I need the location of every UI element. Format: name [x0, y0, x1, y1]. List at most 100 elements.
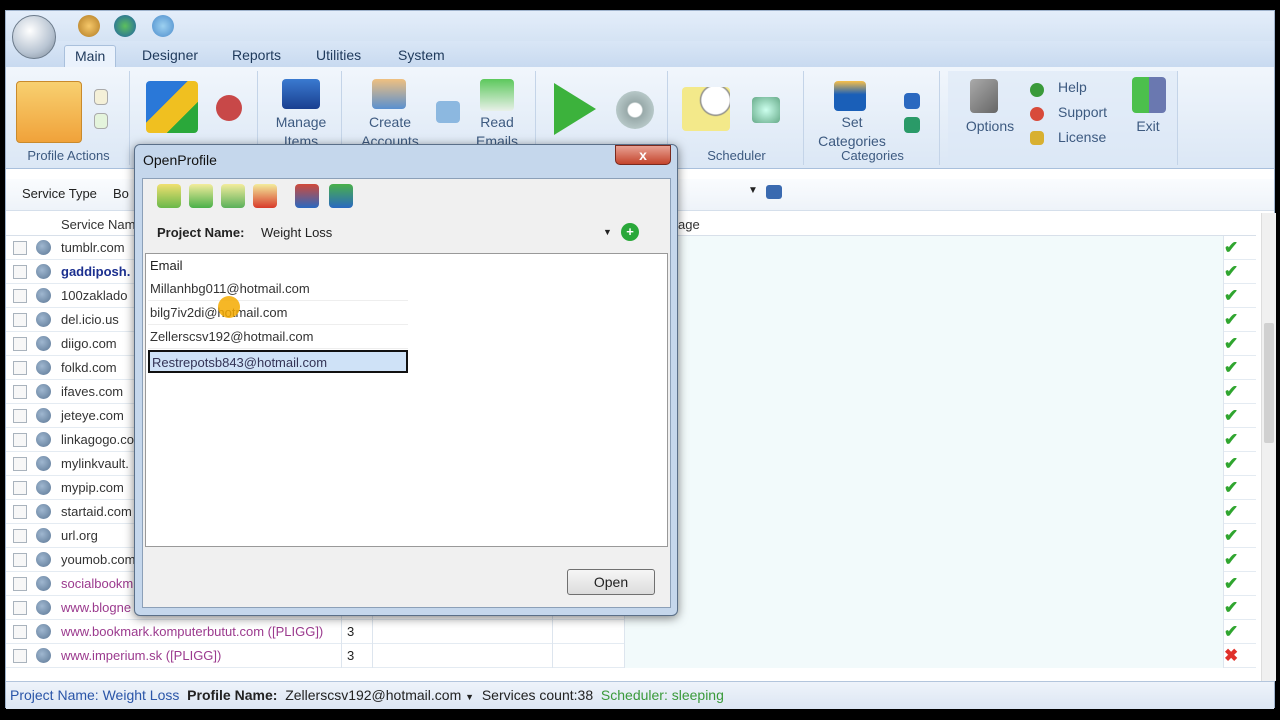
add-project-icon[interactable]: + — [621, 223, 639, 241]
message-cell — [624, 332, 1224, 356]
tab-designer[interactable]: Designer — [132, 45, 208, 67]
column-email: Email — [150, 258, 183, 273]
globe-icon[interactable] — [114, 15, 136, 37]
row-checkbox[interactable] — [13, 625, 27, 639]
accounts-icon — [372, 79, 406, 109]
new-profile-icon[interactable] — [94, 89, 108, 105]
options-button[interactable]: Options — [960, 117, 1020, 136]
message-cell — [624, 260, 1224, 284]
open-button[interactable]: Open — [567, 569, 655, 595]
row-checkbox[interactable] — [13, 385, 27, 399]
projects-cubes-icon[interactable] — [146, 81, 198, 133]
check-icon: ✔ — [1224, 622, 1239, 641]
category-remove-icon[interactable] — [904, 93, 920, 109]
open-profile-folder-icon[interactable] — [16, 81, 82, 143]
service-name: diigo.com — [61, 336, 117, 351]
service-icon — [36, 288, 51, 303]
message-cell — [624, 380, 1224, 404]
accounts-list-icon[interactable] — [436, 101, 460, 123]
chevron-down-icon[interactable]: ▼ — [465, 692, 474, 702]
project-name-select[interactable]: Weight Loss — [261, 225, 613, 245]
row-checkbox[interactable] — [13, 553, 27, 567]
tab-system[interactable]: System — [388, 45, 455, 67]
help-button[interactable]: Help — [1058, 79, 1087, 95]
row-checkbox[interactable] — [13, 481, 27, 495]
row-checkbox[interactable] — [13, 505, 27, 519]
email-list-item[interactable]: Millanhbg011@hotmail.com — [148, 278, 408, 301]
row-checkbox[interactable] — [13, 241, 27, 255]
row-checkbox[interactable] — [13, 529, 27, 543]
ribbon-tabs: Main Designer Reports Utilities System — [6, 41, 1274, 67]
service-icon — [36, 408, 51, 423]
database-add-icon[interactable] — [329, 184, 353, 208]
service-name: socialbookm — [61, 576, 134, 591]
dialog-body: Project Name: Weight Loss ▼ + Email Mill… — [142, 178, 671, 608]
network-icon[interactable] — [152, 15, 174, 37]
tab-utilities[interactable]: Utilities — [306, 45, 371, 67]
row-checkbox[interactable] — [13, 361, 27, 375]
column-service-name[interactable]: Service Nam — [61, 217, 135, 232]
status-profile-select[interactable]: Zellerscsv192@hotmail.com — [285, 687, 461, 703]
tab-reports[interactable]: Reports — [222, 45, 291, 67]
add-profile-icon[interactable] — [189, 184, 213, 208]
edit-profile-icon[interactable] — [94, 113, 108, 129]
exit-button[interactable]: Exit — [1126, 117, 1170, 136]
chevron-down-icon[interactable]: ▼ — [603, 227, 612, 237]
status-services-count: Services count:38 — [481, 687, 594, 703]
row-checkbox[interactable] — [13, 457, 27, 471]
check-icon: ✔ — [1224, 430, 1239, 449]
settings-gear-icon[interactable] — [616, 91, 654, 129]
license-key-icon — [1030, 131, 1044, 145]
group-categories: Set Categories Categories — [806, 71, 940, 165]
email-list-item[interactable]: Zellerscsv192@hotmail.com — [148, 326, 408, 349]
delete-profile-icon[interactable] — [253, 184, 277, 208]
check-icon: ✔ — [1224, 238, 1239, 257]
message-cell — [624, 356, 1224, 380]
support-button[interactable]: Support — [1058, 104, 1107, 120]
scheduler-clock-icon[interactable] — [682, 87, 730, 131]
scrollbar-thumb[interactable] — [1264, 323, 1274, 443]
email-list-item[interactable]: Restrepotsb843@hotmail.com — [148, 350, 408, 373]
row-checkbox[interactable] — [13, 265, 27, 279]
table-row[interactable]: www.imperium.sk ([PLIGG]) 3 ✖ — [6, 644, 1256, 668]
close-button[interactable]: x — [615, 145, 671, 165]
set-categories-button[interactable]: Set Categories — [810, 113, 894, 151]
status-profile-label: Profile Name: — [187, 687, 278, 703]
check-icon: ✔ — [1224, 478, 1239, 497]
vertical-scrollbar[interactable] — [1261, 213, 1276, 681]
email-list-item[interactable]: bilg7iv2di@hotmail.com — [148, 302, 408, 325]
message-cell — [624, 236, 1224, 260]
category-add-icon[interactable] — [904, 117, 920, 133]
column-message[interactable]: age — [678, 217, 700, 232]
license-button[interactable]: License — [1058, 129, 1106, 145]
row-checkbox[interactable] — [13, 409, 27, 423]
start-icon[interactable] — [554, 83, 596, 135]
cursor-highlight — [218, 296, 240, 318]
app-menu-button[interactable] — [12, 15, 56, 59]
status-project: Project Name: Weight Loss — [10, 687, 180, 703]
row-checkbox[interactable] — [13, 601, 27, 615]
row-checkbox[interactable] — [13, 313, 27, 327]
chevron-down-icon[interactable]: ▼ — [748, 185, 758, 196]
message-cell — [624, 452, 1224, 476]
row-checkbox[interactable] — [13, 289, 27, 303]
filter-icon[interactable] — [766, 185, 782, 199]
scheduler-add-icon[interactable] — [752, 97, 780, 123]
row-checkbox[interactable] — [13, 337, 27, 351]
message-cell — [624, 524, 1224, 548]
table-row[interactable]: www.bookmark.komputerbutut.com ([PLIGG])… — [6, 620, 1256, 644]
row-checkbox[interactable] — [13, 649, 27, 663]
edit-profile-icon[interactable] — [221, 184, 245, 208]
service-type-select[interactable]: Bo — [113, 186, 129, 201]
row-checkbox[interactable] — [13, 577, 27, 591]
add-project-icon[interactable] — [216, 95, 242, 121]
check-icon: ✔ — [1224, 334, 1239, 353]
check-icon: ✔ — [1224, 382, 1239, 401]
open-folder-icon[interactable] — [157, 184, 181, 208]
database-remove-icon[interactable] — [295, 184, 319, 208]
tab-main[interactable]: Main — [64, 45, 117, 67]
group-system: Options Help Support License Exit — [948, 71, 1178, 165]
service-type-label: Service Type — [22, 186, 97, 201]
row-checkbox[interactable] — [13, 433, 27, 447]
wizard-icon[interactable] — [78, 15, 100, 37]
